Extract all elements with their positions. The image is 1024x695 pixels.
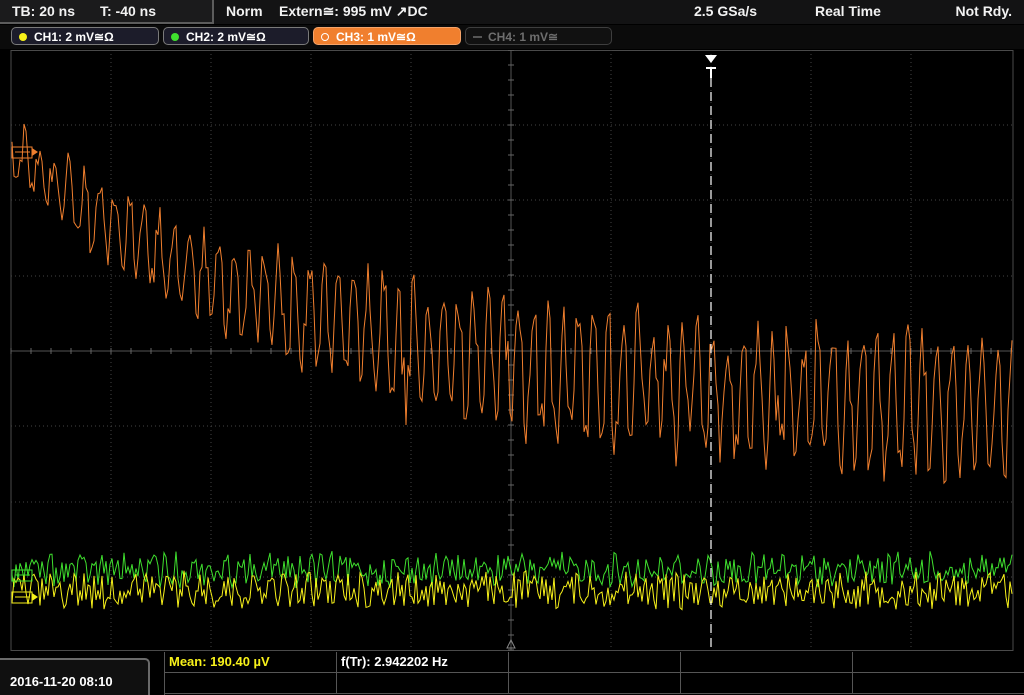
measurement-frequency[interactable]: f(Tr): 2.942202 Hz (337, 652, 509, 673)
channel-3-indicator-icon (321, 33, 329, 41)
acquisition-mode-label[interactable]: Real Time (815, 0, 881, 23)
trigger-mode-label[interactable]: Norm (226, 0, 263, 23)
waveform-display[interactable] (0, 50, 1024, 652)
measurement-slot[interactable] (509, 673, 681, 694)
channel-1-tab[interactable]: CH1: 2 mV≅Ω (11, 27, 159, 45)
ch1-offset-marker-icon[interactable] (11, 591, 38, 604)
measurement-slot[interactable] (337, 673, 509, 694)
status-bar: TB: 20 ns T: -40 ns Norm Extern≅: 995 mV… (0, 0, 1024, 24)
channel-4-tab[interactable]: CH4: 1 mV≅ (465, 27, 612, 45)
sample-rate-label[interactable]: 2.5 GSa/s (694, 0, 757, 23)
channel-3-tab[interactable]: CH3: 1 mV≅Ω (313, 27, 461, 45)
channel-2-indicator-icon (171, 33, 179, 41)
datetime-panel: 2016-11-20 08:10 (0, 658, 150, 695)
trigger-source-label[interactable]: Extern≅: 995 mV ↗DC (279, 0, 428, 23)
measurement-slot[interactable] (853, 652, 1024, 673)
channel-1-label: CH1: 2 mV≅Ω (34, 30, 114, 44)
channel-3-label: CH3: 1 mV≅Ω (336, 30, 416, 44)
trigger-time-label[interactable]: T: -40 ns (100, 0, 156, 23)
measurement-slot[interactable] (853, 673, 1024, 694)
timebase-label[interactable]: TB: 20 ns (12, 0, 75, 23)
channel-2-label: CH2: 2 mV≅Ω (186, 30, 266, 44)
waveform-canvas[interactable] (0, 50, 1024, 652)
measurement-slot[interactable] (165, 673, 337, 694)
waveform-traces (11, 123, 1013, 611)
acquisition-status: Not Rdy. (955, 3, 1012, 19)
channel-4-indicator-icon (473, 36, 482, 38)
channel-2-tab[interactable]: CH2: 2 mV≅Ω (163, 27, 309, 45)
measurement-table: Mean: 190.40 µV f(Tr): 2.942202 Hz (164, 652, 1024, 695)
ch3-offset-marker-icon[interactable] (11, 146, 38, 159)
channel-3-trace (11, 123, 1013, 485)
channel-1-indicator-icon (19, 33, 27, 41)
channel-tab-bar: CH1: 2 mV≅Ω CH2: 2 mV≅Ω CH3: 1 mV≅Ω CH4:… (0, 25, 1024, 49)
measurement-slot[interactable] (681, 652, 853, 673)
measurement-slot[interactable] (509, 652, 681, 673)
measurement-slot[interactable] (681, 673, 853, 694)
channel-4-label: CH4: 1 mV≅ (488, 30, 559, 44)
measurement-mean[interactable]: Mean: 190.40 µV (165, 652, 337, 673)
datetime-label: 2016-11-20 08:10 (10, 674, 113, 689)
bottom-bar: 2016-11-20 08:10 Mean: 190.40 µV f(Tr): … (0, 652, 1024, 695)
